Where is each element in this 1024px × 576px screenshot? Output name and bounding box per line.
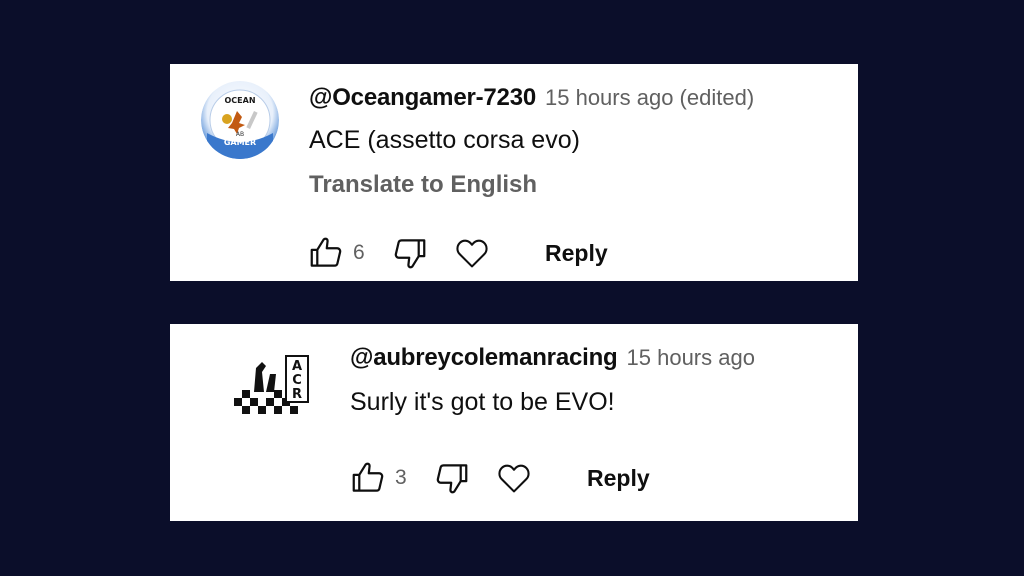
ocean-gamer-logo: OCEAN AB GAMER [201, 81, 279, 159]
comment-actions: 6 Reply [305, 232, 610, 274]
svg-text:R: R [292, 387, 302, 402]
comment-body: @Oceangamer-7230 15 hours ago (edited) A… [309, 84, 838, 199]
svg-text:OCEAN: OCEAN [224, 96, 255, 105]
comment-timestamp[interactable]: 15 hours ago [627, 345, 755, 371]
comment-body: @aubreycolemanracing 15 hours ago Surly … [350, 344, 838, 417]
avatar[interactable]: OCEAN AB GAMER [201, 81, 279, 159]
comment-meta: @Oceangamer-7230 15 hours ago (edited) [309, 84, 838, 112]
dislike-icon [394, 239, 426, 269]
racing-logo: A C R [234, 355, 309, 414]
reply-button[interactable]: Reply [543, 236, 610, 271]
like-button[interactable] [347, 457, 389, 499]
comment-timestamp[interactable]: 15 hours ago (edited) [545, 85, 754, 111]
comment-actions: 3 Reply [347, 457, 652, 499]
reply-button[interactable]: Reply [585, 461, 652, 496]
like-icon [352, 462, 384, 492]
svg-text:GAMER: GAMER [224, 138, 256, 147]
heart-button[interactable] [451, 232, 493, 274]
heart-icon [456, 239, 488, 268]
svg-text:A: A [292, 359, 302, 374]
like-icon [310, 237, 342, 267]
author-handle[interactable]: @aubreycolemanracing [350, 344, 618, 372]
author-handle[interactable]: @Oceangamer-7230 [309, 84, 536, 112]
comment-text: Surly it's got to be EVO! [350, 388, 615, 416]
heart-button[interactable] [493, 457, 535, 499]
translate-button[interactable]: Translate to English [309, 171, 537, 199]
comment-card: OCEAN AB GAMER @Oceangamer-7230 15 hours… [170, 64, 858, 281]
like-count: 3 [395, 466, 407, 489]
dislike-button[interactable] [431, 457, 473, 499]
heart-icon [498, 464, 530, 493]
like-button[interactable] [305, 232, 347, 274]
dislike-icon [436, 464, 468, 494]
dislike-button[interactable] [389, 232, 431, 274]
comments-stage: OCEAN AB GAMER @Oceangamer-7230 15 hours… [0, 0, 1024, 576]
comment-text: ACE (assetto corsa evo) [309, 126, 580, 154]
comment-meta: @aubreycolemanracing 15 hours ago [350, 344, 838, 372]
svg-text:C: C [292, 373, 302, 388]
like-count: 6 [353, 241, 365, 264]
svg-text:AB: AB [236, 131, 244, 138]
avatar[interactable]: A C R [232, 348, 314, 418]
comment-card: A C R @aubreycolemanracing 15 hours ago … [170, 324, 858, 521]
